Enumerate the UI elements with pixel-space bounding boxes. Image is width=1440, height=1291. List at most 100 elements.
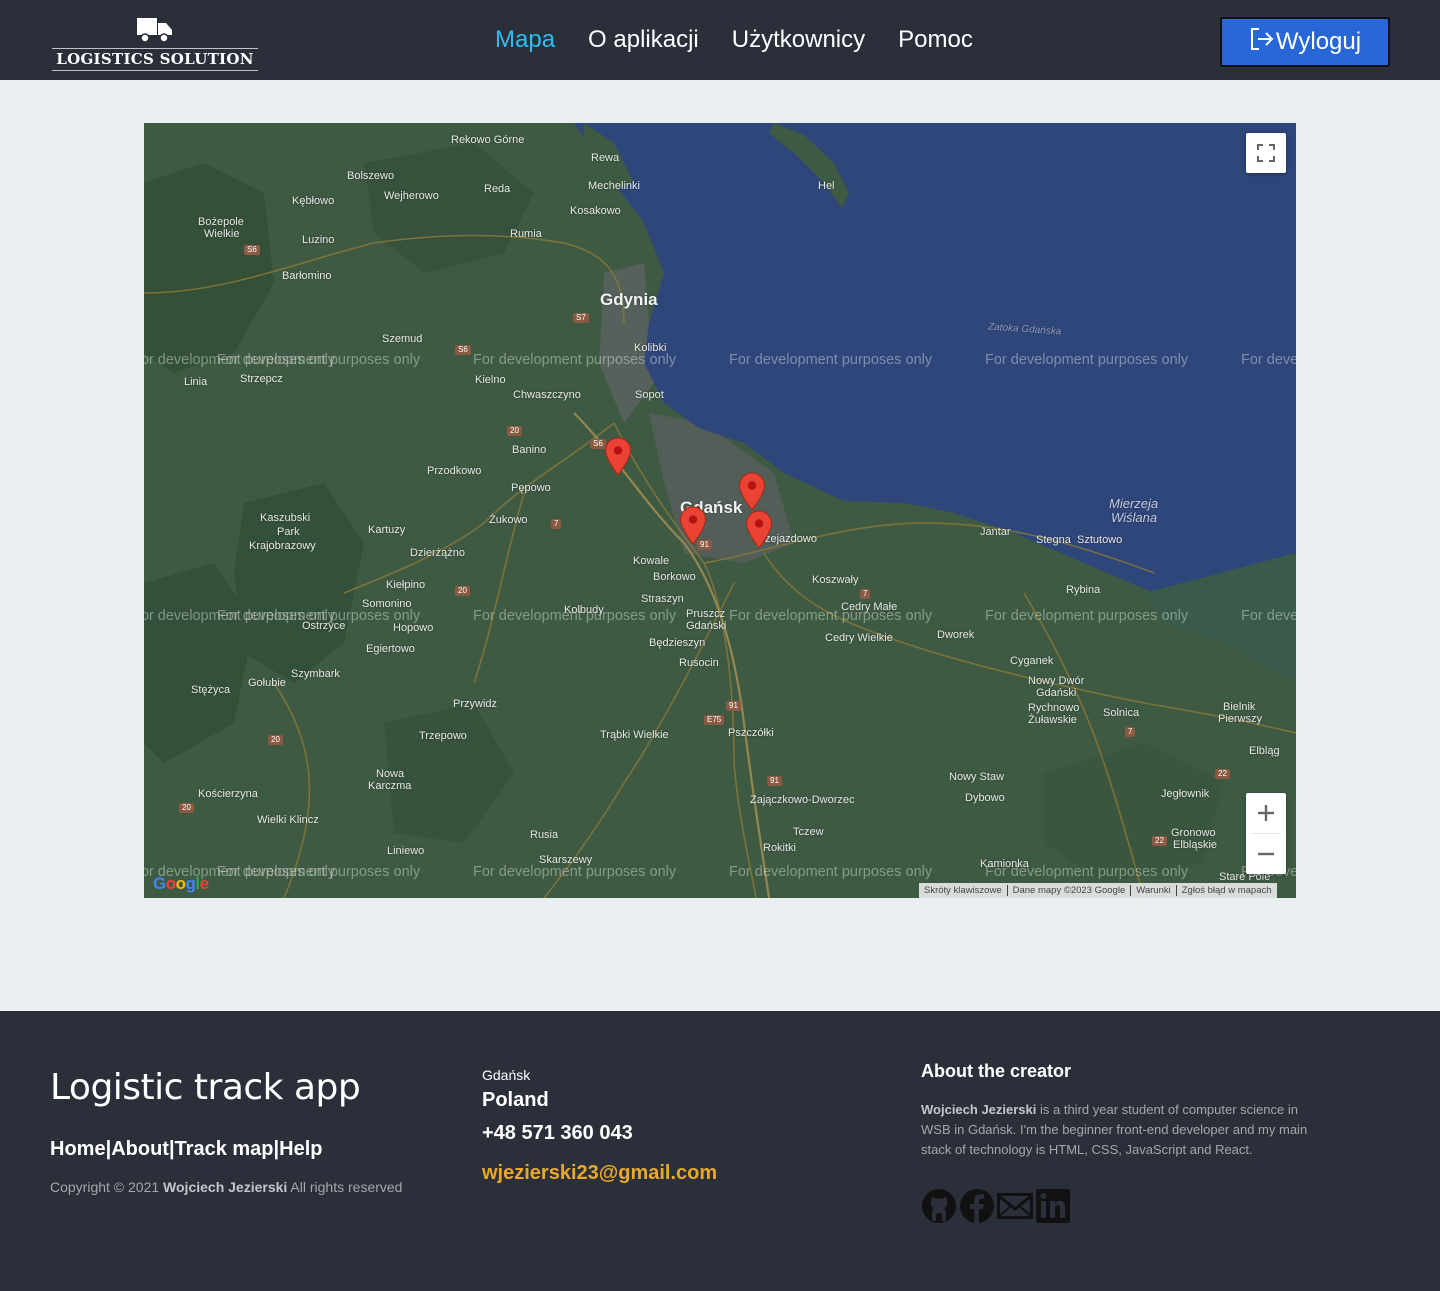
- terms-link[interactable]: Warunki: [1130, 885, 1176, 896]
- map-label: Stężyca: [191, 684, 231, 696]
- map-label: Kolibki: [634, 342, 667, 354]
- map-label: Przodkowo: [427, 465, 482, 477]
- map-label: Trąbki Wielkie: [600, 729, 669, 741]
- map-label: Borkowo: [653, 571, 696, 583]
- mail-icon[interactable]: [997, 1188, 1033, 1224]
- footer-title: Logistic track app: [50, 1067, 361, 1108]
- map-label: Nowy Staw: [949, 771, 1005, 783]
- footer-link-about[interactable]: About: [111, 1138, 169, 1161]
- map-label: Wielki Klincz: [257, 814, 319, 826]
- map-label: Jegłownik: [1161, 788, 1210, 800]
- nav-link-uzytkownicy[interactable]: Użytkownicy: [732, 26, 865, 54]
- location-marker[interactable]: [745, 510, 773, 550]
- fullscreen-button[interactable]: [1246, 133, 1286, 173]
- map-label: Kębłowo: [292, 195, 335, 207]
- github-icon[interactable]: [921, 1188, 957, 1224]
- map-label: Bolszewo: [347, 170, 395, 182]
- map-label: Rekowo Górne: [451, 134, 525, 146]
- report-error-link[interactable]: Zgłoś błąd w mapach: [1175, 885, 1277, 896]
- contact-phone[interactable]: +48 571 360 043: [482, 1122, 633, 1145]
- footer-link-track-map[interactable]: Track map: [175, 1138, 274, 1161]
- map-label: Gołubie: [248, 677, 286, 689]
- map-label: Nowy Dwór: [1028, 675, 1085, 687]
- navbar: LOGISTICS SOLUTION Mapa O aplikacji Użyt…: [0, 0, 1440, 80]
- map-label: Kolbudy: [564, 604, 604, 616]
- map-label: Hel: [818, 180, 835, 192]
- map-label: Liniewo: [387, 845, 425, 857]
- map-label: Gronowo: [1171, 827, 1216, 839]
- map-label: Będzieszyn: [649, 637, 706, 649]
- map-label: Bożepole: [198, 216, 244, 228]
- map-label: Rychnowo: [1028, 702, 1080, 714]
- contact-email[interactable]: wjezierski23@gmail.com: [482, 1162, 717, 1185]
- nav-link-pomoc[interactable]: Pomoc: [898, 26, 973, 54]
- road-shield: 22: [1215, 769, 1230, 779]
- nav-link-mapa[interactable]: Mapa: [495, 26, 555, 54]
- logo[interactable]: LOGISTICS SOLUTION: [52, 16, 258, 72]
- map-label: Gdynia: [600, 290, 658, 309]
- copyright: Copyright © 2021 Wojciech Jezierski All …: [50, 1179, 402, 1195]
- map-label: Nowa: [376, 768, 405, 780]
- facebook-icon[interactable]: [959, 1188, 995, 1224]
- map-label: Trzepowo: [419, 730, 467, 742]
- logo-line-bottom: [52, 70, 258, 71]
- map-label: Sztutowo: [1077, 534, 1123, 546]
- map-label: Szymbark: [291, 668, 340, 680]
- map-label: Gdański: [686, 620, 727, 632]
- road-shield: 7: [551, 519, 562, 529]
- google-logo[interactable]: Google: [153, 874, 209, 894]
- map-label: Rumia: [510, 228, 542, 240]
- map-label: Kamionka: [980, 858, 1029, 870]
- truck-icon: [137, 18, 172, 43]
- nav-link-o-aplikacji[interactable]: O aplikacji: [588, 26, 699, 54]
- copyright-prefix: Copyright © 2021: [50, 1179, 160, 1195]
- map-label: Kosakowo: [570, 205, 621, 217]
- fullscreen-icon: [1257, 144, 1275, 162]
- map-label: Wejherowo: [384, 190, 439, 202]
- map-label: Rybina: [1066, 584, 1101, 596]
- location-marker[interactable]: [738, 472, 766, 512]
- map-label: Gdański: [1036, 687, 1077, 699]
- logo-text: LOGISTICS SOLUTION: [56, 50, 254, 68]
- road-shield: 20: [455, 586, 470, 596]
- map-label: Ostrzyce: [302, 620, 346, 632]
- logo-line-top: [52, 48, 258, 49]
- map-label: Kartuzy: [368, 524, 406, 536]
- location-marker[interactable]: [679, 506, 707, 546]
- map-label: Mechelinki: [588, 180, 640, 192]
- location-marker[interactable]: [604, 437, 632, 477]
- map-label: Dworek: [937, 629, 975, 641]
- contact-city: Gdańsk: [482, 1067, 531, 1083]
- plus-icon: [1258, 805, 1274, 821]
- map-label: Linia: [184, 376, 208, 388]
- about-creator-name: Wojciech Jezierski: [921, 1102, 1037, 1117]
- road-shield: S6: [455, 345, 471, 355]
- map-label: Kiełpino: [386, 579, 426, 591]
- social-links: [921, 1188, 1071, 1224]
- google-map[interactable]: For development purposes only For develo…: [144, 123, 1296, 898]
- map-label: Rokitki: [763, 842, 797, 854]
- copyright-suffix: All rights reserved: [290, 1179, 403, 1195]
- map-label: Kielno: [475, 374, 506, 386]
- contact-country: Poland: [482, 1089, 549, 1111]
- zoom-out-button[interactable]: [1246, 834, 1286, 874]
- about-creator-heading: About the creator: [921, 1061, 1072, 1081]
- map-label: Cedry Wielkie: [825, 632, 893, 644]
- road-shield: 22: [1152, 836, 1167, 846]
- footer-link-help[interactable]: Help: [279, 1138, 322, 1161]
- logout-button[interactable]: Wyloguj: [1220, 17, 1390, 67]
- map-label: Elbląg: [1249, 745, 1280, 757]
- map-label: Strzepcz: [240, 373, 283, 385]
- map-label: Mierzeja: [1109, 496, 1159, 511]
- zoom-in-button[interactable]: [1246, 793, 1286, 833]
- map-label: Tczew: [793, 826, 824, 838]
- map-label: Pruszcz: [686, 608, 726, 620]
- keyboard-shortcuts-link[interactable]: Skróty klawiszowe: [919, 885, 1007, 896]
- map-label: Pszczółki: [728, 727, 774, 739]
- road-shield: 20: [268, 735, 283, 745]
- map-label: Wielkie: [204, 228, 240, 240]
- map-label: Rusocin: [679, 657, 719, 669]
- footer-link-home[interactable]: Home: [50, 1138, 106, 1161]
- map-label: Jantar: [980, 526, 1011, 538]
- linkedin-icon[interactable]: [1035, 1188, 1071, 1224]
